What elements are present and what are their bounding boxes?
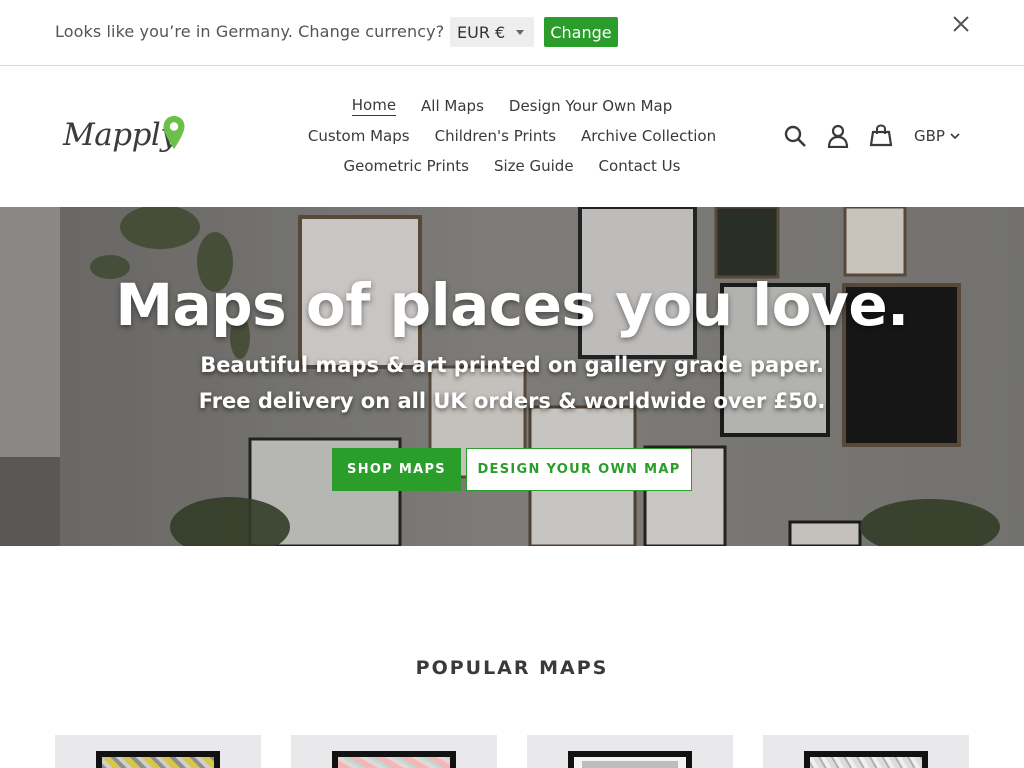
hero-banner: Maps of places you love. Beautiful maps … (0, 207, 1024, 546)
site-header: Mapply Home All Maps Design Your Own Map… (0, 67, 1024, 207)
hero-subtitle: Free delivery on all UK orders & worldwi… (198, 389, 826, 413)
change-currency-button[interactable]: Change (544, 17, 618, 47)
currency-dropdown[interactable]: GBP (914, 127, 960, 145)
currency-select-value: EUR € (457, 23, 506, 42)
hero-subtitle: Beautiful maps & art printed on gallery … (200, 353, 824, 377)
currency-message: Looks like you’re in Germany. Change cur… (55, 22, 445, 41)
product-card[interactable] (55, 735, 261, 768)
nav-archive-collection[interactable]: Archive Collection (581, 127, 716, 145)
product-image (568, 751, 692, 768)
main-nav: Home All Maps Design Your Own Map Custom… (280, 91, 744, 181)
header-actions: GBP (782, 122, 960, 150)
product-card[interactable] (763, 735, 969, 768)
currency-bar: Looks like you’re in Germany. Change cur… (0, 0, 1024, 66)
chevron-down-icon (516, 30, 524, 35)
map-pin-icon (163, 116, 185, 149)
nav-design-your-own-map[interactable]: Design Your Own Map (509, 97, 672, 115)
currency-dropdown-value: GBP (914, 127, 945, 145)
currency-select[interactable]: EUR € (450, 17, 534, 47)
nav-row: Home All Maps Design Your Own Map (280, 91, 744, 121)
section-title: POPULAR MAPS (415, 657, 609, 679)
nav-size-guide[interactable]: Size Guide (494, 157, 574, 175)
close-icon[interactable] (950, 13, 972, 35)
product-card[interactable] (291, 735, 497, 768)
shop-maps-button[interactable]: SHOP MAPS (332, 448, 461, 491)
product-card[interactable] (527, 735, 733, 768)
product-image (804, 751, 928, 768)
account-icon[interactable] (825, 123, 851, 149)
nav-geometric-prints[interactable]: Geometric Prints (344, 157, 469, 175)
logo-text: Mapply (63, 117, 178, 153)
design-your-own-map-button[interactable]: DESIGN YOUR OWN MAP (466, 448, 692, 491)
nav-all-maps[interactable]: All Maps (421, 97, 484, 115)
nav-custom-maps[interactable]: Custom Maps (308, 127, 410, 145)
nav-home[interactable]: Home (351, 96, 397, 116)
nav-contact-us[interactable]: Contact Us (599, 157, 681, 175)
site-logo[interactable]: Mapply (63, 115, 193, 159)
product-image (332, 751, 456, 768)
product-image (96, 751, 220, 768)
hero-title: Maps of places you love. (115, 271, 909, 339)
nav-childrens-prints[interactable]: Children's Prints (435, 127, 556, 145)
chevron-down-icon (950, 133, 960, 140)
search-icon[interactable] (782, 123, 808, 149)
nav-row: Geometric Prints Size Guide Contact Us (280, 151, 744, 181)
nav-row: Custom Maps Children's Prints Archive Co… (280, 121, 744, 151)
cart-icon[interactable] (868, 123, 894, 149)
